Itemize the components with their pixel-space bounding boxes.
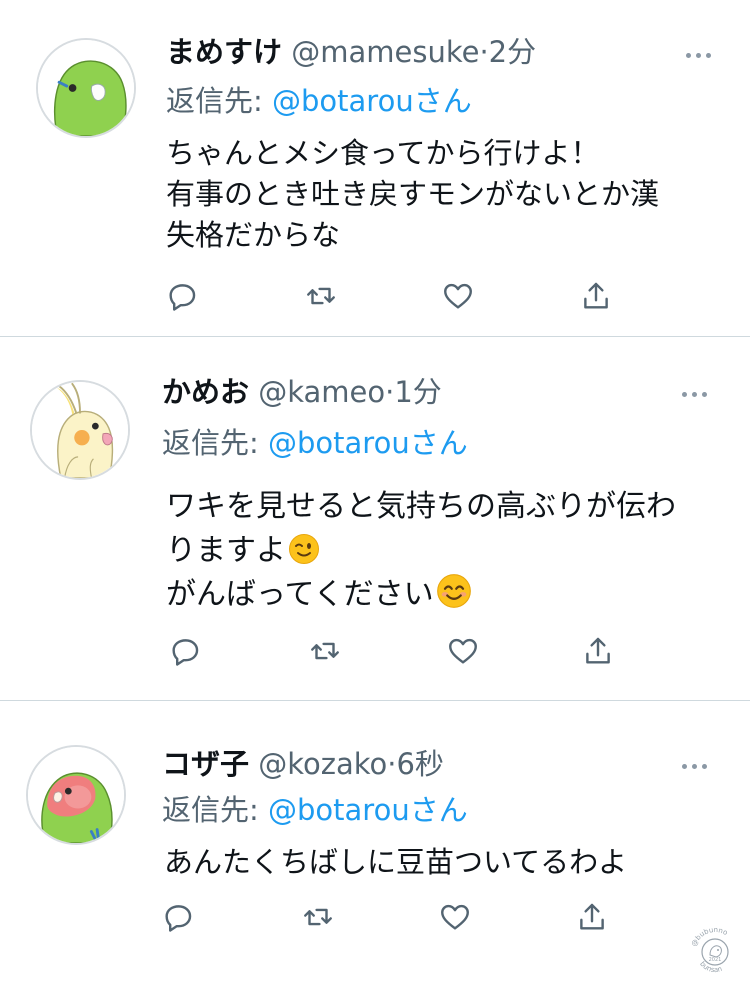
tweet-text-line: 有事のとき吐き戻すモンがないとか漢 (166, 177, 660, 211)
mention-suffix: さん (413, 84, 472, 118)
reply-to-label: 返信先: (162, 426, 259, 460)
user-handle[interactable]: @kameo (258, 375, 385, 409)
separator-dot: · (385, 375, 395, 409)
like-icon (441, 904, 469, 930)
avatar[interactable] (30, 380, 130, 480)
like-icon (449, 638, 477, 664)
display-name[interactable]: まめすけ (166, 35, 282, 69)
tweet-text-segment: がんばってください (166, 577, 434, 612)
share-icon (584, 282, 608, 309)
share-button[interactable] (576, 276, 616, 316)
user-handle[interactable]: @kozako (258, 747, 387, 781)
tweet-text-line: ワキを見せると気持ちの高ぶりが伝わ (166, 489, 676, 524)
mention-suffix: さん (409, 426, 468, 460)
tweet-header: かめお @kameo·1分 (162, 374, 442, 410)
reply-icon (165, 905, 192, 932)
display-name[interactable]: コザ子 (162, 747, 249, 781)
reply-to-label: 返信先: (166, 84, 263, 118)
retweet-icon (311, 642, 339, 660)
like-button[interactable] (438, 276, 478, 316)
share-button[interactable] (578, 631, 618, 671)
tweet-text: あんたくちばしに豆苗ついてるわよ (164, 842, 627, 883)
watermark-top-text: @bubunno (690, 926, 729, 948)
user-handle[interactable]: @mamesuke (291, 35, 479, 69)
watermark-year: 2021 (709, 957, 722, 963)
mention-link[interactable]: @botarouさん (268, 426, 468, 460)
share-button[interactable] (572, 897, 612, 937)
tweet-header: コザ子 @kozako·6秒 (162, 746, 444, 782)
retweet-icon (307, 287, 335, 305)
reply-to-line: 返信先: @botarouさん (166, 83, 472, 119)
tweet-text-line: あんたくちばしに豆苗ついてるわよ (164, 845, 628, 879)
like-button[interactable] (435, 897, 475, 937)
share-icon (580, 903, 604, 930)
timestamp[interactable]: 6秒 (396, 747, 443, 781)
mention-link[interactable]: @botarouさん (268, 793, 468, 827)
tweet-text-line-with-emoji: がんばってください (166, 573, 676, 617)
reply-to-line: 返信先: @botarouさん (162, 792, 468, 828)
tweet-text: ワキを見せると気持ちの高ぶりが伝わ りますよ がんばってください (166, 485, 676, 617)
tweet-actions (0, 276, 750, 316)
timestamp[interactable]: 2分 (489, 35, 536, 69)
reply-button[interactable] (162, 276, 202, 316)
retweet-button[interactable] (301, 276, 341, 316)
reply-button[interactable] (165, 631, 205, 671)
more-options-icon[interactable] (674, 756, 714, 776)
mention-handle: @botarou (268, 793, 410, 827)
more-options-icon[interactable] (678, 45, 718, 65)
avatar[interactable] (36, 38, 136, 138)
reply-icon (169, 284, 196, 311)
tweet-actions (0, 897, 750, 937)
share-icon (586, 637, 610, 664)
tweet[interactable]: まめすけ @mamesuke·2分 返信先: @botarouさん ちゃんとメシ… (0, 0, 750, 336)
timestamp[interactable]: 1分 (394, 375, 441, 409)
winking-face-emoji-icon (288, 533, 320, 578)
more-options-icon[interactable] (674, 384, 714, 404)
tweet-text-line: 失格だからな (166, 218, 341, 252)
green-parakeet-avatar-icon (38, 40, 134, 136)
mention-link[interactable]: @botarouさん (272, 84, 472, 118)
retweet-icon (304, 908, 332, 926)
retweet-button[interactable] (305, 631, 345, 671)
lovebird-avatar-icon (28, 747, 124, 843)
retweet-button[interactable] (298, 897, 338, 937)
like-button[interactable] (443, 631, 483, 671)
mention-handle: @botarou (272, 84, 414, 118)
reply-button[interactable] (158, 897, 198, 937)
svg-text:@bubunno: @bubunno (690, 926, 729, 948)
smiling-face-emoji-icon (436, 573, 472, 622)
tweet-header: まめすけ @mamesuke·2分 (166, 34, 536, 70)
mention-suffix: さん (409, 793, 468, 827)
tweet[interactable]: コザ子 @kozako·6秒 返信先: @botarouさん あんたくちばしに豆… (0, 701, 750, 989)
reply-to-label: 返信先: (162, 793, 259, 827)
tweet-actions (0, 631, 750, 671)
tweet[interactable]: かめお @kameo·1分 返信先: @botarouさん ワキを見せると気持ち… (0, 337, 750, 700)
cockatiel-avatar-icon (32, 382, 128, 478)
like-icon (444, 283, 472, 309)
reply-to-line: 返信先: @botarouさん (162, 425, 468, 461)
tweet-text-line-with-emoji: りますよ (166, 529, 676, 573)
reply-icon (172, 639, 199, 666)
tweet-text: ちゃんとメシ食ってから行けよ！ 有事のとき吐き戻すモンがないとか漢 失格だからな (166, 133, 659, 256)
tweet-text-line: ちゃんとメシ食ってから行けよ！ (166, 136, 600, 170)
artist-watermark-logo: 2021 @bubunno bunsan (690, 926, 729, 974)
avatar[interactable] (26, 745, 126, 845)
tweet-text-segment: りますよ (166, 533, 286, 568)
separator-dot: · (479, 35, 489, 69)
mention-handle: @botarou (268, 426, 410, 460)
display-name[interactable]: かめお (162, 375, 249, 409)
